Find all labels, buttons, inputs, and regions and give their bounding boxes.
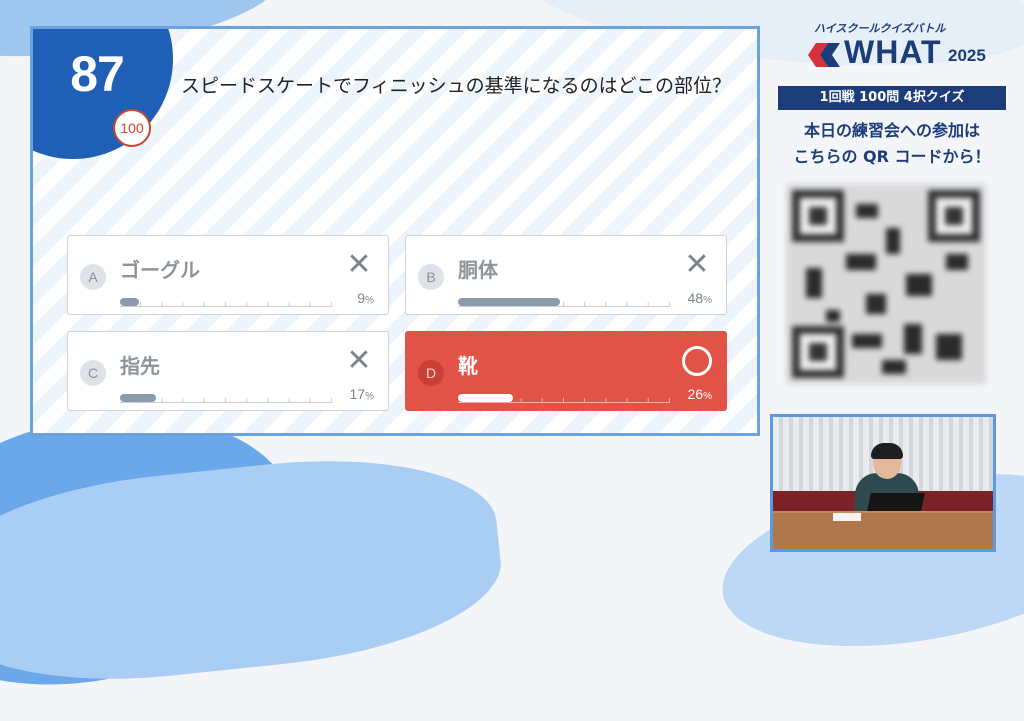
answer-option-b[interactable]: B 胴体 ✕ 48%	[405, 235, 727, 315]
show-logo: ハイスクールクイズバトル WHAT 2025	[800, 18, 990, 80]
option-text: 靴	[458, 354, 478, 378]
option-text: ゴーグル	[120, 258, 200, 282]
logo-mark-icon	[808, 43, 840, 67]
qr-code[interactable]	[786, 184, 986, 384]
vote-bar-fill	[458, 394, 514, 402]
host-hair	[871, 443, 903, 459]
vote-percent: 48%	[687, 290, 712, 306]
video-paper	[833, 513, 861, 521]
option-letter: B	[418, 264, 444, 290]
vote-percent: 26%	[687, 386, 712, 402]
vote-bar-fill	[458, 298, 560, 306]
qr-module	[882, 360, 906, 374]
qr-module	[886, 228, 900, 254]
qr-module	[904, 324, 922, 354]
cross-icon: ✕	[684, 247, 710, 282]
question-panel: 87 100 スピードスケートでフィニッシュの基準になるのはどこの部位？ A ゴ…	[30, 26, 760, 436]
total-questions-badge: 100	[113, 109, 151, 147]
answer-option-c[interactable]: C 指先 ✕ 17%	[67, 331, 389, 411]
logo-text: WHAT	[844, 34, 942, 70]
host-book	[867, 493, 925, 511]
vote-bar	[458, 298, 670, 307]
qr-finder	[792, 190, 844, 242]
cross-icon: ✕	[346, 247, 372, 282]
invite-text: 本日の練習会への参加は こちらの QR コードから！	[778, 118, 1006, 170]
option-letter: A	[80, 264, 106, 290]
invite-line-2: こちらの QR コードから！	[793, 147, 991, 166]
host-video-feed	[770, 414, 996, 552]
vote-bar	[458, 394, 670, 403]
vote-percent: 9%	[357, 290, 374, 306]
qr-module	[866, 294, 886, 314]
option-text: 指先	[120, 354, 160, 378]
option-letter: D	[418, 360, 444, 386]
question-text: スピードスケートでフィニッシュの基準になるのはどこの部位？	[181, 75, 732, 97]
answer-option-d[interactable]: D 靴 26%	[405, 331, 727, 411]
option-letter: C	[80, 360, 106, 386]
invite-line-1: 本日の練習会への参加は	[803, 121, 980, 140]
qr-module	[846, 254, 876, 270]
logo-year: 2025	[948, 46, 986, 65]
question-number: 87	[70, 46, 125, 102]
option-text: 胴体	[458, 258, 498, 282]
round-banner: 1回戦 100問 4択クイズ	[778, 86, 1006, 110]
qr-module	[946, 254, 968, 270]
qr-module	[826, 310, 840, 322]
vote-bar-fill	[120, 298, 140, 306]
qr-module	[852, 334, 882, 348]
vote-bar	[120, 298, 332, 307]
qr-module	[906, 274, 932, 296]
vote-bar-fill	[120, 394, 157, 402]
video-table	[773, 513, 993, 549]
vote-percent: 17%	[349, 386, 374, 402]
vote-bar	[120, 394, 332, 403]
qr-module	[936, 334, 962, 360]
qr-finder	[792, 326, 844, 378]
cross-icon: ✕	[346, 343, 372, 378]
answer-option-a[interactable]: A ゴーグル ✕ 9%	[67, 235, 389, 315]
circle-icon	[682, 346, 712, 376]
qr-finder	[928, 190, 980, 242]
qr-module	[856, 204, 878, 218]
qr-module	[806, 268, 822, 298]
